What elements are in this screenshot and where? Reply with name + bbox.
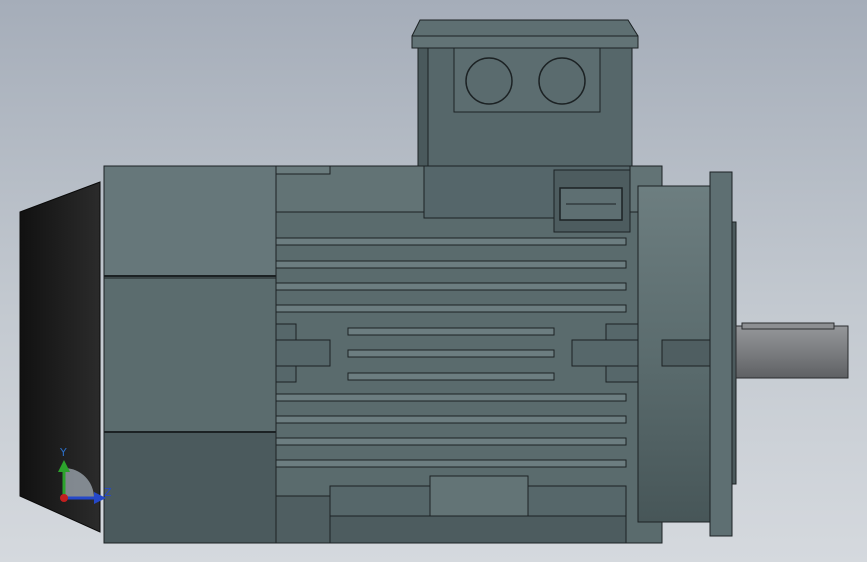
y-axis-label: Y (59, 446, 67, 459)
x-axis-dot (60, 494, 68, 502)
z-axis-label: Z (104, 486, 112, 499)
output-shaft (735, 322, 849, 379)
cad-viewport[interactable]: Y Z (0, 0, 867, 562)
cable-gland-left (465, 57, 513, 105)
flange (709, 171, 737, 537)
nameplate (553, 169, 631, 233)
rear-housing (103, 165, 277, 544)
cable-gland-right (538, 57, 586, 105)
motor-drawing: Y Z (19, 19, 849, 544)
front-end-shield (637, 185, 711, 523)
fan-cover (19, 181, 101, 533)
